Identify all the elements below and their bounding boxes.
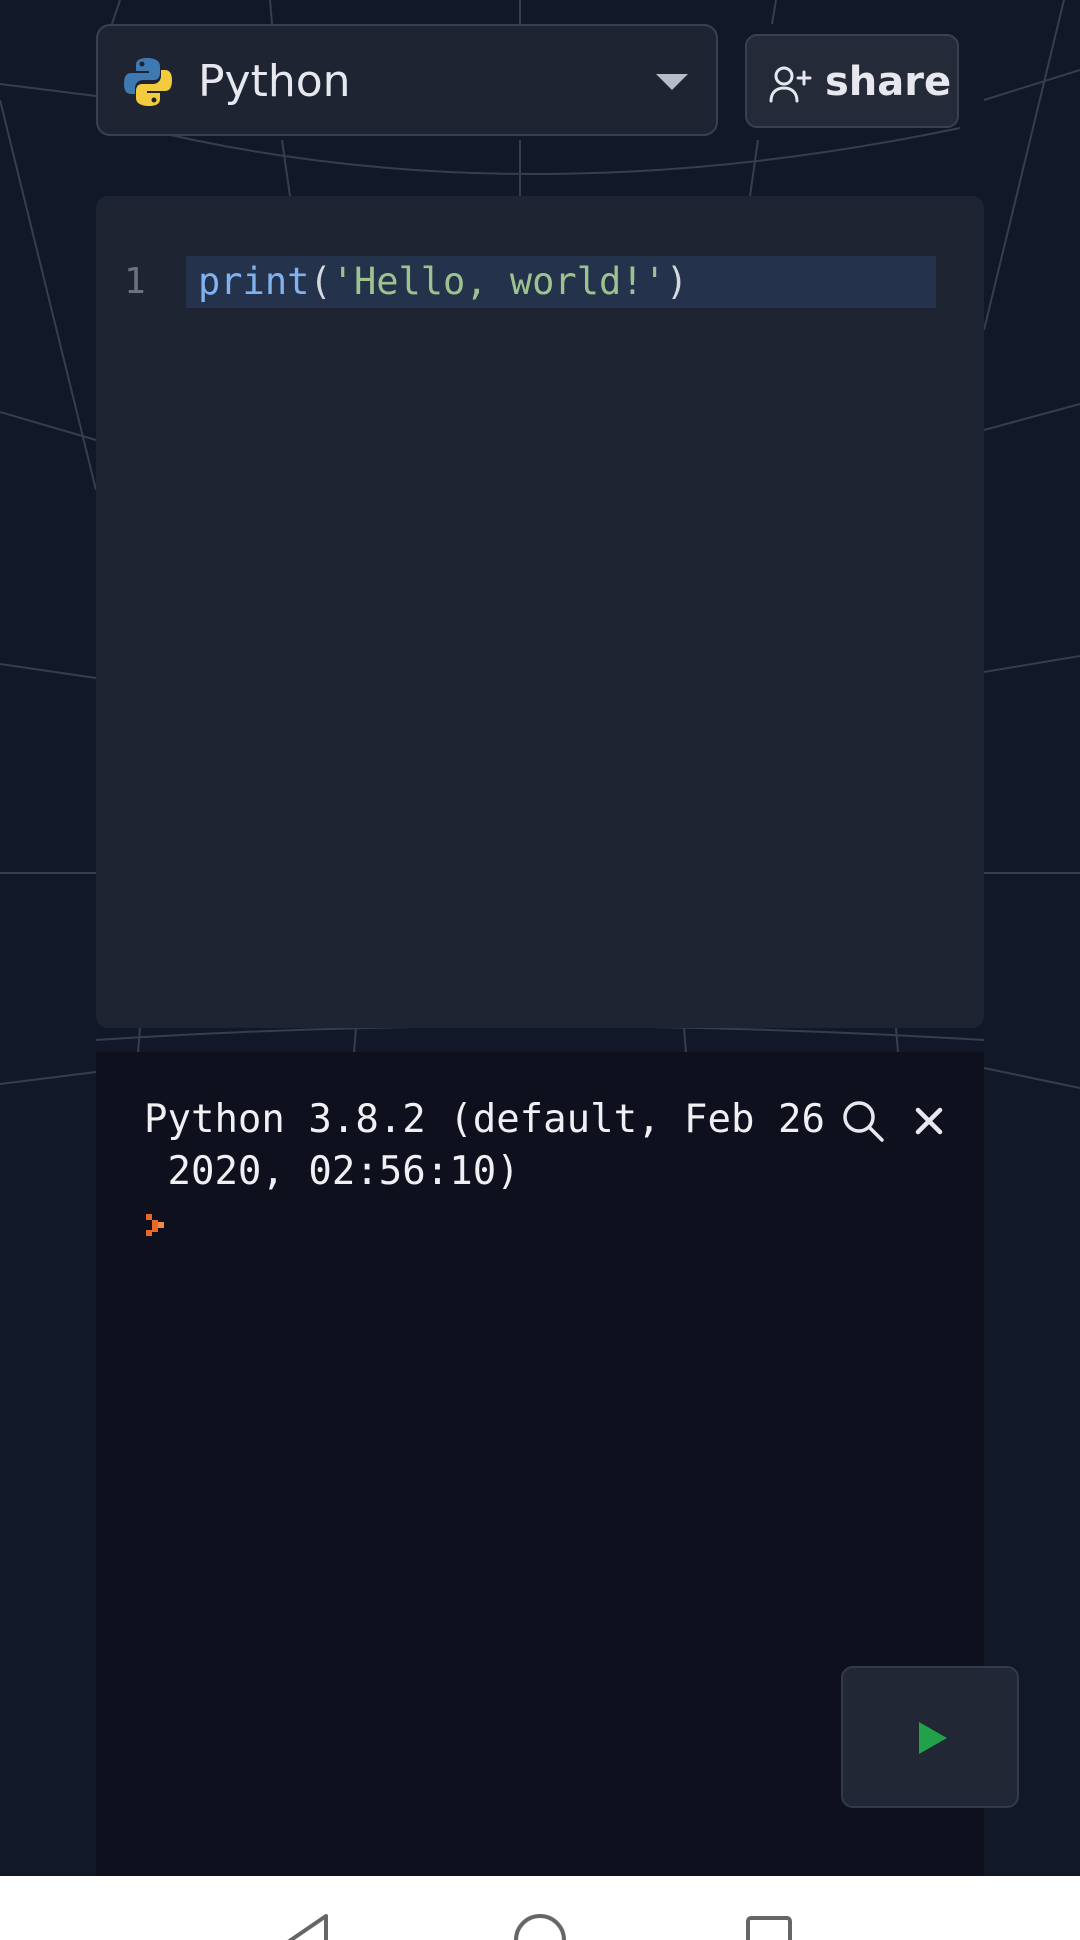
code-editor[interactable]: 1 print('Hello, world!') (96, 196, 984, 1028)
prompt-arrow-icon (146, 1214, 164, 1236)
close-icon[interactable] (910, 1102, 948, 1140)
code-token-function: print (198, 260, 310, 303)
share-button[interactable]: share (745, 34, 959, 128)
share-label: share (825, 59, 952, 105)
console-banner-line2: 2020, 02:56:10) (144, 1149, 520, 1194)
run-button[interactable] (841, 1666, 1019, 1808)
code-token-paren-close: ) (665, 260, 689, 303)
console-banner-line1: Python 3.8.2 (default, Feb 26 (144, 1097, 825, 1142)
person-plus-icon (769, 66, 812, 103)
code-token-paren-open: ( (309, 260, 332, 303)
home-icon[interactable] (512, 1912, 568, 1940)
code-token-string: 'Hello, world!' (331, 260, 666, 303)
language-select[interactable]: Python (96, 24, 718, 136)
system-nav-bar (0, 1876, 1080, 1940)
code-line[interactable]: print('Hello, world!') (198, 258, 688, 306)
back-icon[interactable] (282, 1912, 332, 1940)
search-icon[interactable] (840, 1098, 886, 1144)
python-logo-icon (124, 58, 172, 106)
play-icon (919, 1722, 947, 1754)
chevron-down-icon (656, 74, 688, 90)
top-bar: Python share (96, 24, 960, 140)
language-label: Python (198, 56, 351, 107)
line-number: 1 (124, 261, 146, 302)
recent-apps-icon[interactable] (744, 1914, 794, 1940)
console-toolbar (840, 1092, 964, 1152)
